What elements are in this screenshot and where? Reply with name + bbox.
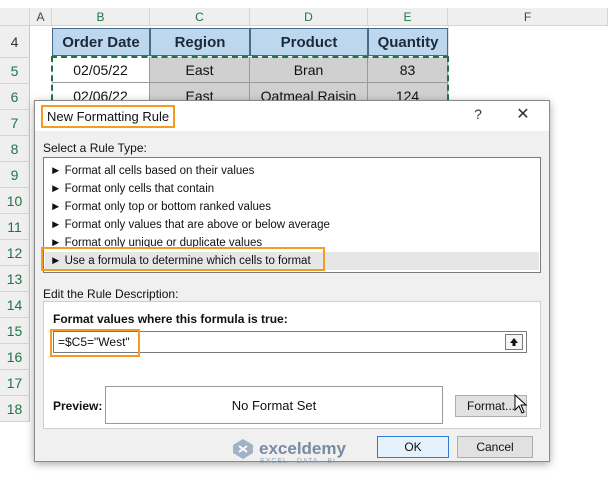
exceldemy-logo-icon [233,439,253,459]
formula-highlight [50,329,140,357]
row-header-7[interactable]: 7 [0,110,30,136]
select-all-corner[interactable] [0,8,30,26]
row-header-8[interactable]: 8 [0,136,30,162]
watermark-tagline: EXCEL · DATA · BI [260,458,336,465]
rule-type-item[interactable]: ► Format only top or bottom ranked value… [50,198,271,216]
row-header-12[interactable]: 12 [0,240,30,266]
row-header-6[interactable]: 6 [0,84,30,110]
close-button[interactable]: ✕ [513,104,533,124]
watermark-brand: exceldemy [259,439,346,458]
dialog-title: New Formatting Rule [41,105,176,128]
select-rule-type-label: Select a Rule Type: [43,141,147,155]
row-header-16[interactable]: 16 [0,344,30,370]
cancel-button[interactable]: Cancel [457,436,533,458]
help-button[interactable]: ? [469,106,487,122]
header-order-date[interactable]: Order Date [52,28,150,56]
exceldemy-watermark: exceldemy EXCEL · DATA · BI [232,438,346,465]
ok-button[interactable]: OK [377,436,449,458]
column-header-c[interactable]: C [150,8,250,26]
column-header-a[interactable]: A [30,8,52,26]
formula-label: Format values where this formula is true… [53,312,288,326]
column-header-e[interactable]: E [368,8,448,26]
row-header-14[interactable]: 14 [0,292,30,318]
row-header-4[interactable]: 4 [0,26,30,58]
header-product[interactable]: Product [250,28,368,56]
edit-description-label: Edit the Rule Description: [43,287,179,301]
dialog-titlebar[interactable]: New Formatting Rule ? ✕ [35,101,549,131]
row-header-15[interactable]: 15 [0,318,30,344]
column-header-f[interactable]: F [448,8,608,26]
rule-type-item[interactable]: ► Format all cells based on their values [50,162,254,180]
column-header-d[interactable]: D [250,8,368,26]
selected-rule-highlight [41,247,325,271]
rule-type-item[interactable]: ► Format only cells that contain [50,180,214,198]
row-header-5[interactable]: 5 [0,58,30,84]
preview-text: No Format Set [231,397,317,413]
row-header-10[interactable]: 10 [0,188,30,214]
collapse-dialog-button[interactable] [505,334,523,350]
preview-label: Preview: [53,399,103,413]
rule-type-item[interactable]: ► Format only values that are above or b… [50,216,330,234]
mouse-cursor-icon [514,394,528,414]
upload-arrow-icon [510,338,518,346]
header-region[interactable]: Region [150,28,250,56]
column-header-b[interactable]: B [52,8,150,26]
row-header-18[interactable]: 18 [0,396,30,422]
row-header-13[interactable]: 13 [0,266,30,292]
header-quantity[interactable]: Quantity [368,28,448,56]
row-header-17[interactable]: 17 [0,370,30,396]
row-header-9[interactable]: 9 [0,162,30,188]
new-formatting-rule-dialog: New Formatting Rule ? ✕ Select a Rule Ty… [34,100,550,462]
row-header-11[interactable]: 11 [0,214,30,240]
preview-box: No Format Set [105,386,443,424]
